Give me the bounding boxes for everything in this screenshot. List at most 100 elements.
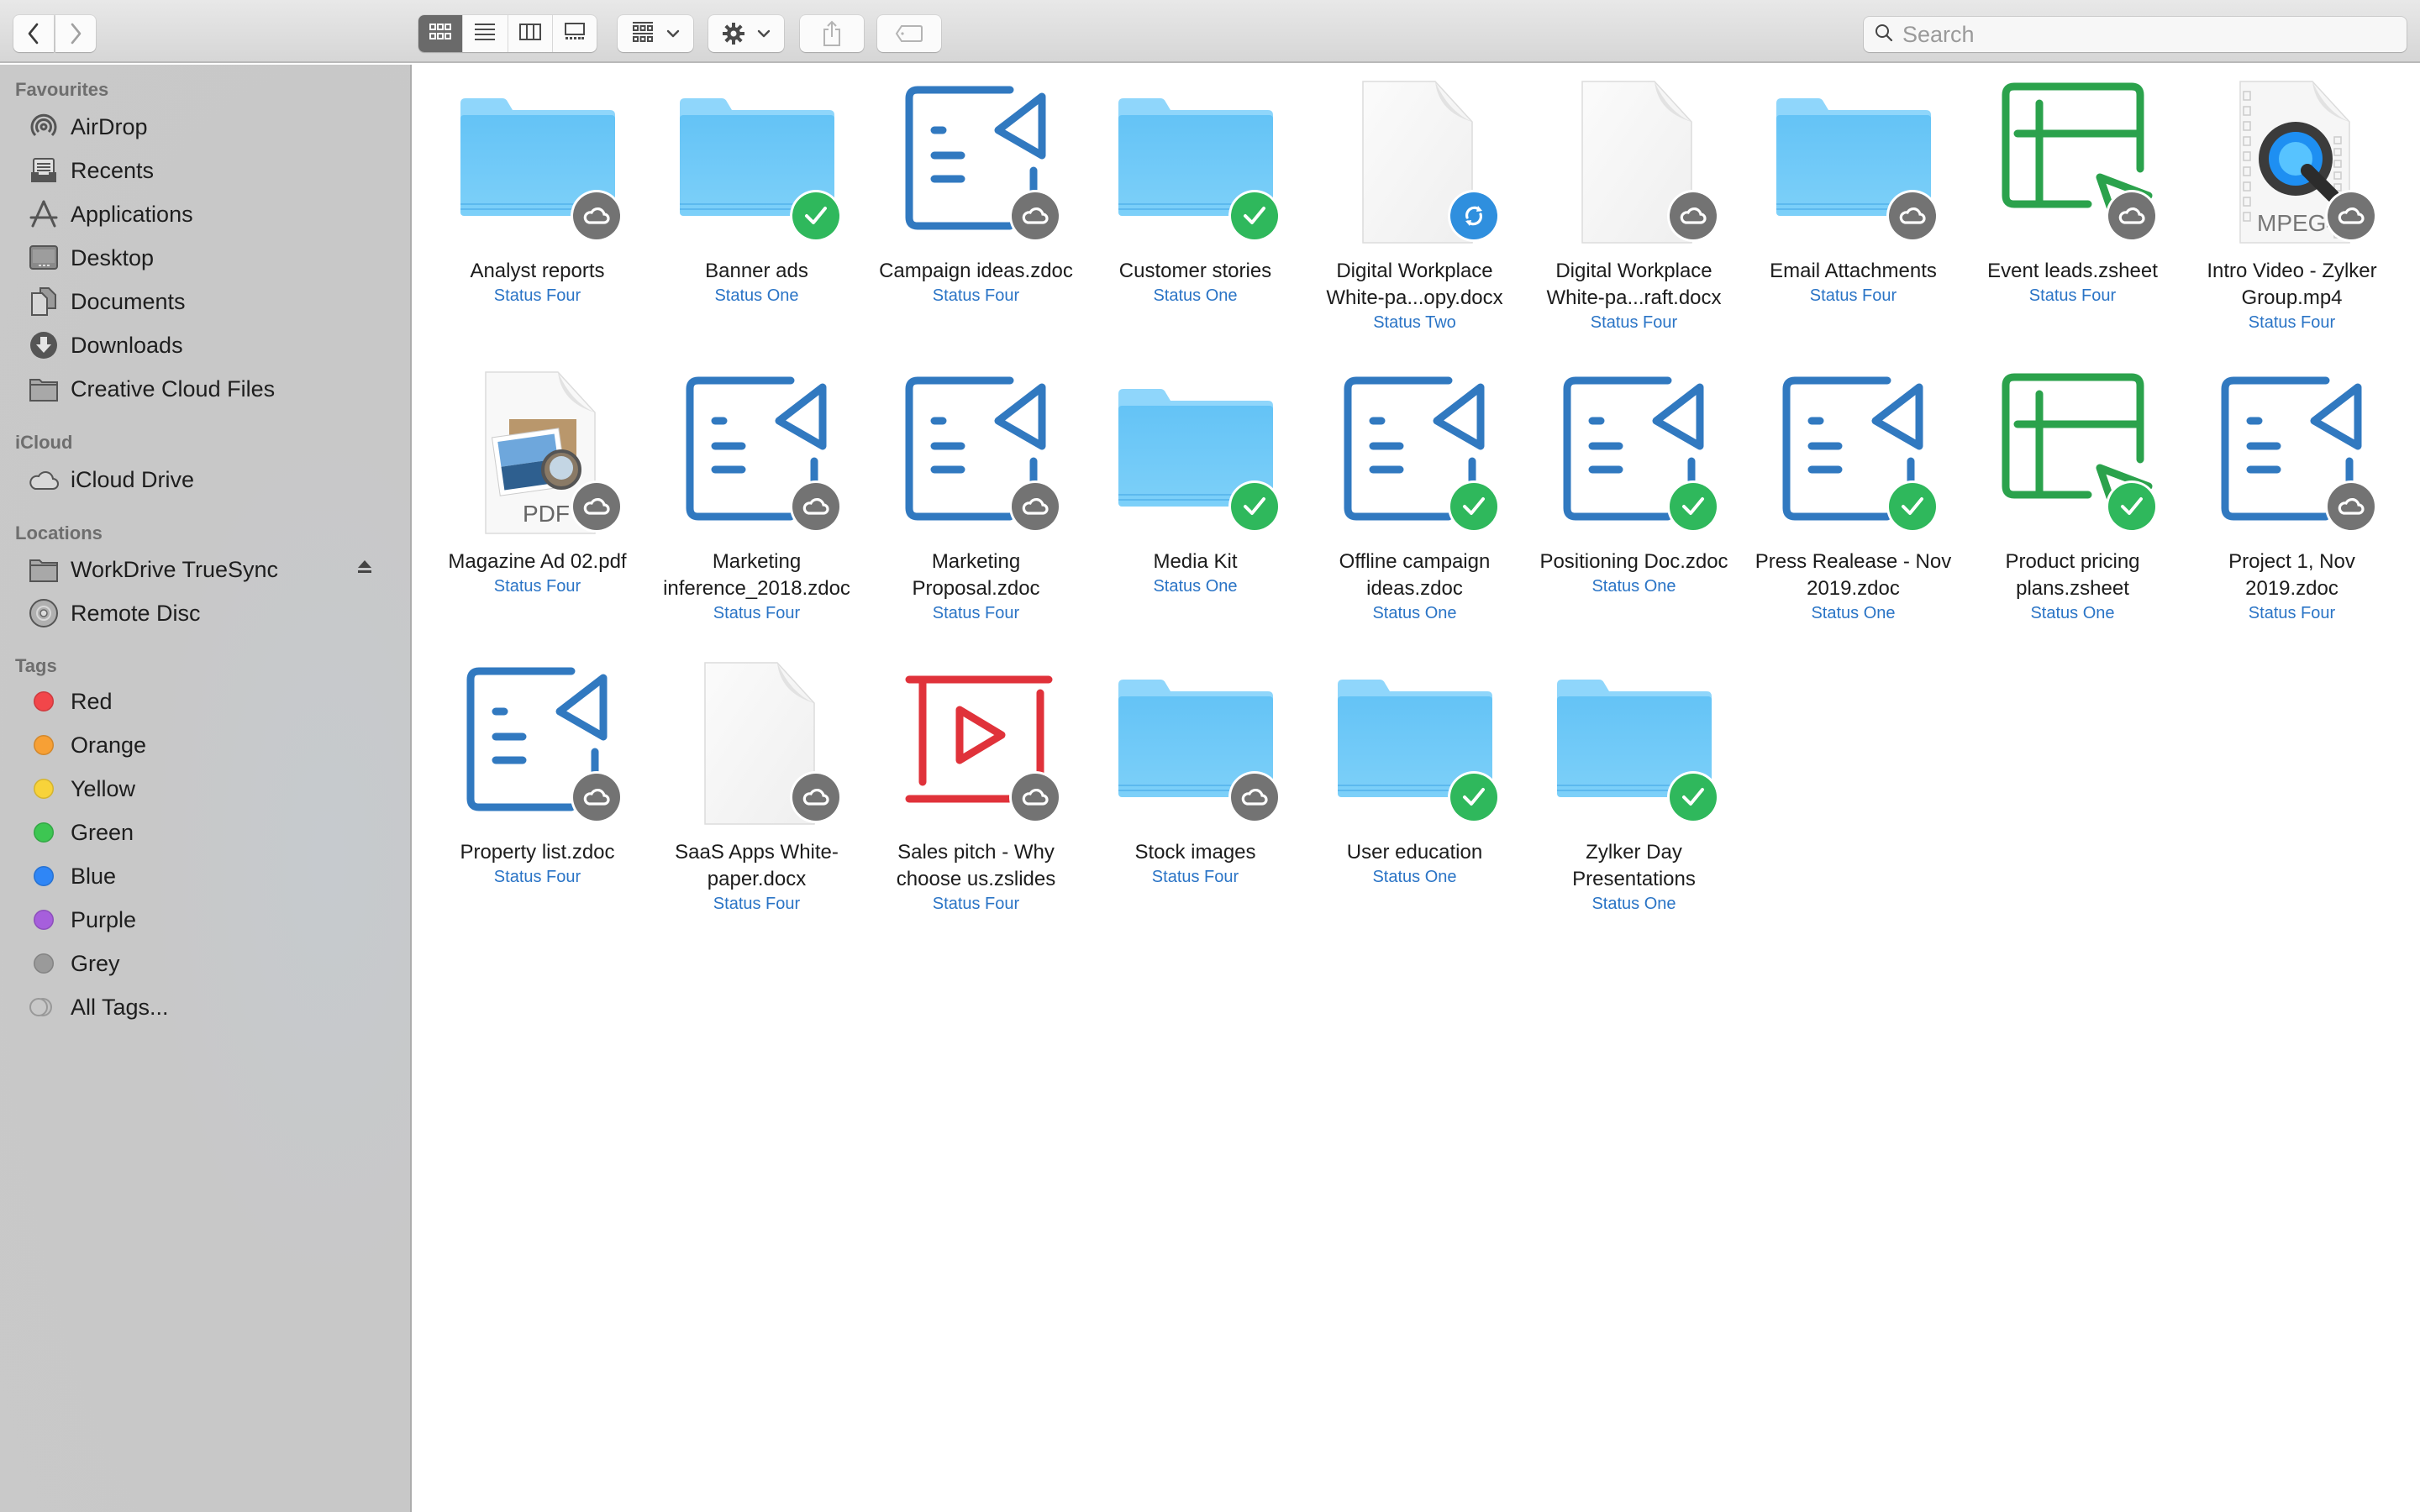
- sidebar-item-workdrive-truesync[interactable]: WorkDrive TrueSync: [27, 548, 397, 591]
- file-name: Property list.zdoc: [460, 841, 615, 864]
- file-item[interactable]: Product pricing plans.zsheet Status One: [1965, 369, 2180, 624]
- zdoc-file-icon: [2208, 369, 2376, 537]
- file-item[interactable]: Customer stories Status One: [1088, 78, 1302, 307]
- group-by-button[interactable]: [618, 15, 693, 52]
- file-item[interactable]: Property list.zdoc Status Four: [430, 659, 644, 888]
- airdrop-icon: [27, 110, 60, 144]
- sidebar-item-tag-grey[interactable]: Grey: [27, 942, 397, 985]
- file-status: Status Four: [493, 868, 581, 886]
- file-item[interactable]: PDF Magazine Ad 02.pdf Status Four: [430, 369, 644, 597]
- gallery-view-button[interactable]: [553, 15, 597, 52]
- file-status: Status Four: [932, 604, 1020, 622]
- sidebar-item-icloud-drive[interactable]: iCloud Drive: [27, 458, 397, 501]
- file-item[interactable]: Project 1, Nov 2019.zdoc Status Four: [2185, 369, 2399, 624]
- sidebar-item-tag-blue[interactable]: Blue: [27, 854, 397, 898]
- file-item[interactable]: Sales pitch - Why choose us.zslides Statu…: [869, 659, 1083, 915]
- icon-view-button[interactable]: [418, 15, 464, 52]
- list-view-button[interactable]: [463, 15, 508, 52]
- file-item[interactable]: Banner ads Status One: [650, 78, 864, 307]
- eject-icon[interactable]: [356, 558, 373, 579]
- chevron-down-icon: [757, 29, 771, 38]
- folder-icon: [1550, 659, 1718, 827]
- file-item[interactable]: Digital Workplace White-pa...raft.docx St…: [1527, 78, 1741, 333]
- sidebar-section-tags: Tags: [15, 655, 57, 676]
- file-status: Status Four: [713, 604, 801, 622]
- sidebar-item-tag-green[interactable]: Green: [27, 811, 397, 854]
- file-item[interactable]: Campaign ideas.zdoc Status Four: [869, 78, 1083, 307]
- pdf-file-icon: PDF: [454, 369, 622, 537]
- folder-icon: [1112, 78, 1280, 246]
- sidebar-section-icloud: iCloud: [15, 432, 73, 453]
- share-button[interactable]: [800, 15, 864, 52]
- zdoc-file-icon: [673, 369, 841, 537]
- file-status: Status Four: [2028, 286, 2117, 305]
- sidebar-item-airdrop[interactable]: AirDrop: [27, 105, 397, 149]
- file-status: Status Four: [2248, 604, 2336, 622]
- action-button[interactable]: [708, 15, 784, 52]
- sidebar-item-tag-purple[interactable]: Purple: [27, 898, 397, 942]
- forward-button[interactable]: [55, 15, 96, 52]
- list-icon: [474, 23, 496, 45]
- file-name: Magazine Ad 02.pdf: [448, 550, 627, 573]
- sidebar-item-documents[interactable]: Documents: [27, 280, 397, 323]
- sidebar-item-tag-red[interactable]: Red: [27, 680, 397, 723]
- tag-button[interactable]: [877, 15, 941, 52]
- file-item[interactable]: Zylker Day Presentations Status One: [1527, 659, 1741, 915]
- sidebar-item-desktop[interactable]: Desktop: [27, 236, 397, 280]
- file-status: Status Four: [932, 895, 1020, 913]
- file-name: Press Realease - Nov 2019.zdoc: [1754, 550, 1952, 600]
- disc-icon: [27, 596, 60, 630]
- file-name: Banner ads: [705, 260, 808, 282]
- sidebar-item-recents[interactable]: Recents: [27, 149, 397, 192]
- search-input[interactable]: [1902, 21, 2373, 48]
- cloud-status-icon: [1011, 192, 1059, 239]
- sidebar-item-tag-yellow[interactable]: Yellow: [27, 767, 397, 811]
- column-view-button[interactable]: [508, 15, 553, 52]
- file-item[interactable]: Marketing Proposal.zdoc Status Four: [869, 369, 1083, 624]
- sidebar-item-remote-disc[interactable]: Remote Disc: [27, 591, 397, 635]
- sidebar-item-creative-cloud-files[interactable]: Creative Cloud Files: [27, 367, 397, 411]
- synced-check-icon: [1449, 483, 1497, 530]
- cloud-status-icon: [2107, 192, 2155, 239]
- synced-check-icon: [1669, 483, 1717, 530]
- recents-icon: [27, 154, 60, 187]
- tag-color-dot-icon: [34, 866, 54, 886]
- file-item[interactable]: Positioning Doc.zdoc Status One: [1527, 369, 1741, 597]
- file-item[interactable]: Media Kit Status One: [1088, 369, 1302, 597]
- file-item[interactable]: SaaS Apps White-paper.docx Status Four: [650, 659, 864, 915]
- zdoc-file-icon: [892, 78, 1060, 246]
- search-field[interactable]: [1864, 17, 2407, 52]
- file-name: Email Attachments: [1770, 260, 1937, 282]
- sidebar-item-downloads[interactable]: Downloads: [27, 323, 397, 367]
- downloads-icon: [27, 328, 60, 362]
- group-by-icon: [631, 21, 655, 46]
- file-item[interactable]: Analyst reports Status Four: [430, 78, 644, 307]
- desktop-icon: [27, 241, 60, 275]
- file-item[interactable]: User education Status One: [1307, 659, 1522, 888]
- file-item[interactable]: Digital Workplace White-pa...opy.docx Sta…: [1307, 78, 1522, 333]
- folder-icon: [1112, 369, 1280, 537]
- back-button[interactable]: [13, 15, 54, 52]
- cloud-status-icon: [1888, 192, 1936, 239]
- file-status: Status Four: [493, 286, 581, 305]
- file-item[interactable]: Stock images Status Four: [1088, 659, 1302, 888]
- tag-color-dot-icon: [34, 910, 54, 930]
- cloud-status-icon: [792, 483, 839, 530]
- grid-icon: [429, 23, 452, 45]
- folder-icon: [673, 78, 841, 246]
- file-item[interactable]: MPEG4 Intro Video - Zylker Group.mp4 Statu…: [2185, 78, 2399, 333]
- sidebar-item-tag-alltags[interactable]: All Tags...: [27, 985, 397, 1029]
- file-status: Status Four: [1809, 286, 1897, 305]
- tag-color-dot-icon: [34, 691, 54, 711]
- file-name: Offline campaign ideas.zdoc: [1339, 550, 1491, 600]
- sidebar-item-applications[interactable]: Applications: [27, 192, 397, 236]
- sidebar-item-tag-orange[interactable]: Orange: [27, 723, 397, 767]
- file-item[interactable]: Press Realease - Nov 2019.zdoc Status One: [1746, 369, 1960, 624]
- cloud-status-icon: [792, 774, 839, 821]
- gallery-icon: [564, 22, 586, 45]
- file-item[interactable]: Email Attachments Status Four: [1746, 78, 1960, 307]
- file-item[interactable]: Marketing inference_2018.zdoc Status Four: [650, 369, 864, 624]
- file-item[interactable]: Offline campaign ideas.zdoc Status One: [1307, 369, 1522, 624]
- file-name: Project 1, Nov 2019.zdoc: [2228, 550, 2355, 600]
- file-item[interactable]: Event leads.zsheet Status Four: [1965, 78, 2180, 307]
